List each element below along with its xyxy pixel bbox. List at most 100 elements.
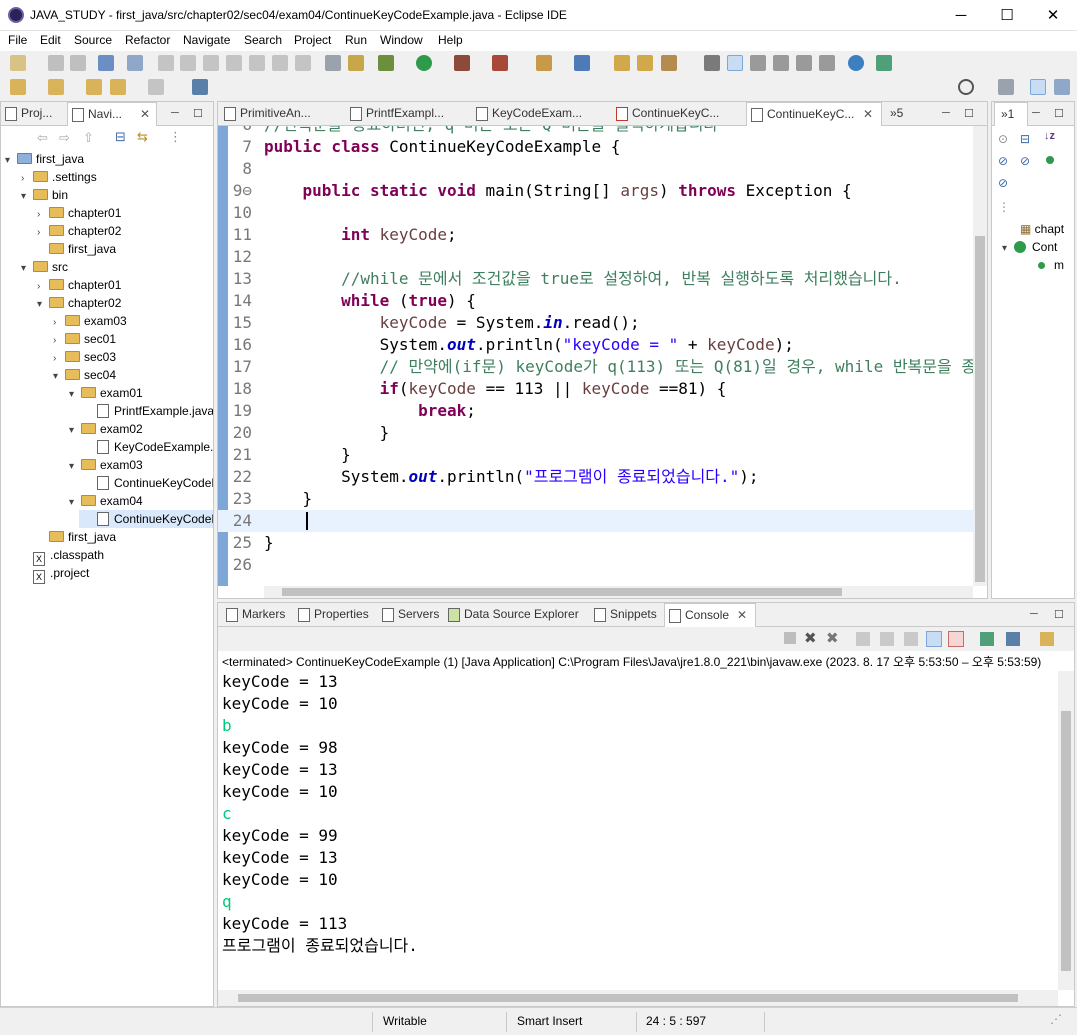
tab-outline[interactable]: »1 <box>994 102 1028 126</box>
tree-item[interactable]: › chapter01 <box>1 276 121 294</box>
code-line[interactable]: 8 <box>218 158 973 180</box>
tree-item[interactable]: ▾ exam03 <box>1 456 143 474</box>
hide-static-icon[interactable]: ⊘ <box>1020 154 1030 168</box>
tab-project-explorer[interactable]: Proj... <box>1 102 65 126</box>
search-icon[interactable] <box>958 79 974 95</box>
use-step-filters-icon[interactable] <box>348 55 364 71</box>
skip-breakpoints-icon[interactable] <box>127 55 143 71</box>
scroll-thumb[interactable] <box>975 236 985 582</box>
pin-console-icon[interactable] <box>980 632 994 646</box>
remove-all-icon[interactable]: ✖ <box>826 629 839 647</box>
remove-launch-icon[interactable]: ✖ <box>804 629 817 647</box>
tree-item[interactable]: ▾ sec04 <box>1 366 116 384</box>
clear-console-icon[interactable] <box>856 632 870 646</box>
code-editor[interactable]: 6 //반복문을 종료하려면, q 버튼 또는 Q 버튼을 클릭하게합니다 7 pub… <box>218 126 987 598</box>
scroll-thumb[interactable] <box>238 994 1018 1002</box>
code-line[interactable]: 13 //while 문에서 조건값을 true로 설정하여, 반복 실행하도록… <box>218 268 973 290</box>
view-menu-icon[interactable]: ⋮ <box>169 129 182 145</box>
scroll-thumb[interactable] <box>282 588 842 596</box>
code-line[interactable]: 6 //반복문을 종료하려면, q 버튼 또는 Q 버튼을 클릭하게합니다 <box>218 126 973 136</box>
menu-project[interactable]: Project <box>294 33 331 47</box>
run-icon[interactable] <box>416 55 432 71</box>
display-console-icon[interactable] <box>1006 632 1020 646</box>
tree-item[interactable]: KeyCodeExample.ja <box>1 438 213 456</box>
code-line[interactable]: 24 <box>218 510 973 532</box>
tree-item[interactable]: ▾ bin <box>1 186 68 204</box>
outline-item-class[interactable]: ▾ Cont <box>1002 238 1057 256</box>
hide-local-types-icon[interactable]: ⊘ <box>998 176 1008 190</box>
open-console-icon[interactable] <box>1040 632 1054 646</box>
menu-run[interactable]: Run <box>345 33 367 47</box>
back-icon[interactable] <box>86 79 102 95</box>
collapse-outline-icon[interactable]: ⊟ <box>1020 132 1030 146</box>
console-horizontal-scrollbar[interactable] <box>218 990 1058 1006</box>
new-icon[interactable] <box>10 55 26 71</box>
code-line[interactable]: 19 break; <box>218 400 973 422</box>
menu-search[interactable]: Search <box>244 33 282 47</box>
tree-item[interactable]: › chapter01 <box>1 204 121 222</box>
tree-item[interactable]: › chapter02 <box>1 222 121 240</box>
code-line[interactable]: 10 <box>218 202 973 224</box>
scroll-thumb[interactable] <box>1061 711 1071 971</box>
forward-nav-icon[interactable]: ⇨ <box>59 130 70 146</box>
tree-item[interactable]: first_java <box>1 240 116 258</box>
terminate-icon[interactable] <box>203 55 219 71</box>
suspend-icon[interactable] <box>180 55 196 71</box>
show-stdout-icon[interactable] <box>926 631 942 647</box>
tab-snippets[interactable]: Snippets <box>590 603 662 627</box>
up-nav-icon[interactable]: ⇧ <box>83 130 94 146</box>
last-edit-icon[interactable] <box>10 79 26 95</box>
hide-nonpublic-icon[interactable] <box>1046 156 1054 164</box>
tree-item[interactable]: first_java <box>1 528 116 546</box>
minimize-editor-icon[interactable]: ─ <box>942 107 950 119</box>
maximize-editor-icon[interactable]: ☐ <box>964 107 974 120</box>
code-line[interactable]: 20 } <box>218 422 973 444</box>
save-all-icon[interactable] <box>70 55 86 71</box>
close-tab-icon[interactable]: ✕ <box>140 103 150 126</box>
search-toolbar-icon[interactable] <box>661 55 677 71</box>
tree-item[interactable]: ▾ exam04 <box>1 492 143 510</box>
step-over-icon[interactable] <box>272 55 288 71</box>
next-annotation-nav-icon[interactable] <box>48 79 64 95</box>
tree-item[interactable]: PrintfExample.java <box>1 402 213 420</box>
console-output[interactable]: keyCode = 13 keyCode = 10 b keyCode = 98 key… <box>218 671 1058 990</box>
editor-tab-1[interactable]: PrimitiveAn... <box>220 102 340 126</box>
code-line[interactable]: 12 <box>218 246 973 268</box>
menu-window[interactable]: Window <box>380 33 423 47</box>
globe-icon[interactable] <box>848 55 864 71</box>
outline-item-package[interactable]: ▦ chapt <box>1020 220 1064 238</box>
menu-help[interactable]: Help <box>438 33 463 47</box>
collapse-all-icon[interactable]: ⊟ <box>115 129 126 145</box>
tree-item[interactable]: ▾ chapter02 <box>1 294 121 312</box>
show-whitespace-icon[interactable] <box>819 55 835 71</box>
external-tools-icon[interactable] <box>492 55 508 71</box>
tree-item[interactable]: ContinueKeyCodeE <box>79 510 213 528</box>
maximize-button[interactable]: ☐ <box>984 0 1030 31</box>
arrow-right-icon[interactable] <box>148 79 164 95</box>
close-tab-icon[interactable]: ✕ <box>737 604 747 627</box>
code-line[interactable]: 9⊖ public static void main(String[] args… <box>218 180 973 202</box>
link-editor-icon[interactable]: ⇆ <box>137 129 148 145</box>
menu-edit[interactable]: Edit <box>40 33 61 47</box>
hide-fields-icon[interactable]: ⊘ <box>998 154 1008 168</box>
editor-horizontal-scrollbar[interactable] <box>264 586 973 598</box>
code-line[interactable]: 11 int keyCode; <box>218 224 973 246</box>
annotation-icon[interactable] <box>704 55 720 71</box>
code-line[interactable]: 22 System.out.println("프로그램이 종료되었습니다."); <box>218 466 973 488</box>
terminate-console-icon[interactable] <box>784 632 796 644</box>
open-perspective-icon[interactable] <box>998 79 1014 95</box>
tab-servers[interactable]: Servers <box>378 603 444 627</box>
tree-item[interactable]: › sec01 <box>1 330 116 348</box>
open-task-icon[interactable] <box>637 55 653 71</box>
code-line[interactable]: 14 while (true) { <box>218 290 973 312</box>
next-annotation-icon[interactable] <box>750 55 766 71</box>
prev-annotation-icon[interactable] <box>773 55 789 71</box>
save-icon[interactable] <box>48 55 64 71</box>
pin-editor-icon[interactable] <box>192 79 208 95</box>
tab-properties[interactable]: Properties <box>294 603 374 627</box>
maximize-view-icon[interactable]: ☐ <box>193 107 203 120</box>
menu-refactor[interactable]: Refactor <box>125 33 170 47</box>
minimize-button[interactable]: ─ <box>938 0 984 31</box>
back-nav-icon[interactable]: ⇦ <box>37 130 48 146</box>
code-line[interactable]: 17 // 만약에(if문) keyCode가 q(113) 또는 Q(81)일… <box>218 356 987 378</box>
